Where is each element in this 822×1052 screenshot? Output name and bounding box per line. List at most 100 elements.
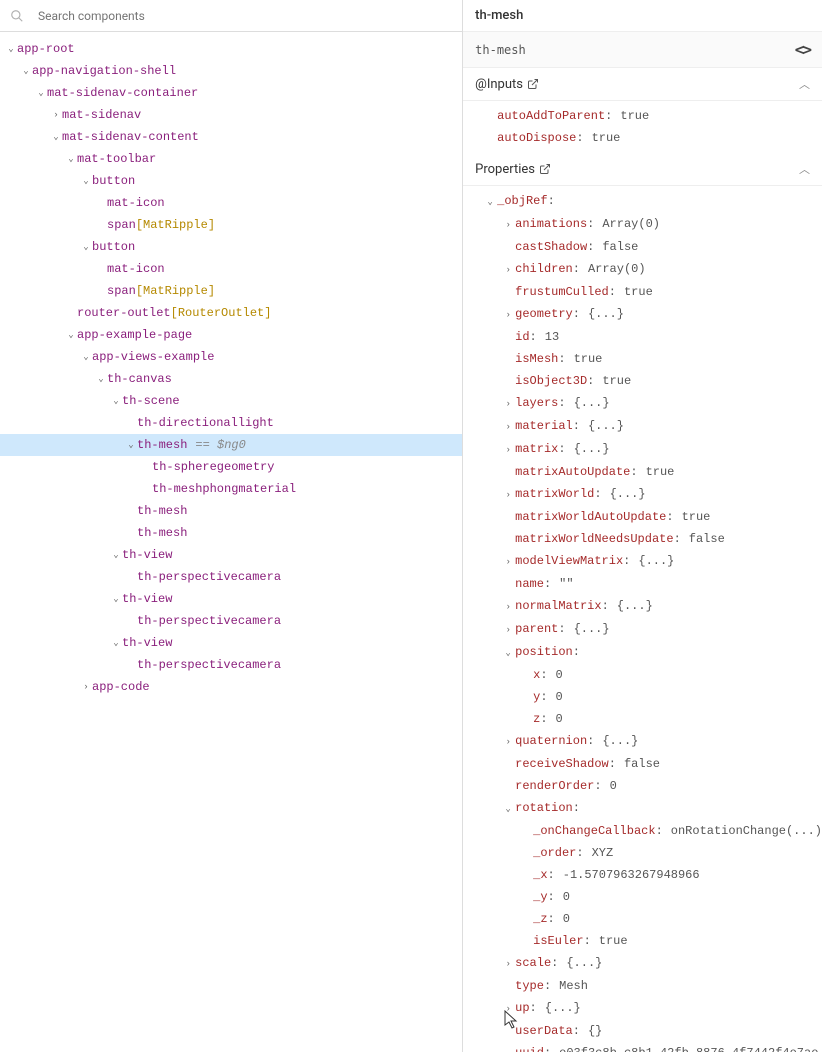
tree-node[interactable]: th-spheregeometry (0, 456, 462, 478)
caret-down-icon[interactable]: ⌄ (126, 436, 136, 454)
caret-down-icon[interactable]: ⌄ (66, 326, 76, 344)
property-row[interactable]: ⌄rotation: (463, 797, 822, 820)
property-row[interactable]: type:Mesh (463, 975, 822, 997)
tree-node[interactable]: ⌄mat-sidenav-content (0, 126, 462, 148)
property-row[interactable]: matrixWorldAutoUpdate:true (463, 506, 822, 528)
caret-right-icon[interactable]: › (503, 621, 513, 639)
tree-node[interactable]: ⌄app-root (0, 38, 462, 60)
property-row[interactable]: ›matrixWorld :{...} (463, 483, 822, 506)
tree-node[interactable]: th-mesh (0, 500, 462, 522)
property-row[interactable]: ›children :Array(0) (463, 258, 822, 281)
property-row[interactable]: autoAddToParent:true (463, 105, 822, 127)
tree-node[interactable]: ⌄app-example-page (0, 324, 462, 346)
caret-right-icon[interactable]: › (503, 733, 513, 751)
inputs-section-header[interactable]: @Inputs ︿ (463, 68, 822, 101)
property-row[interactable]: uuid:e03f3c8b-c8b1-42fb-8876-4f7442f4e7a… (463, 1042, 822, 1052)
caret-right-icon[interactable]: › (81, 678, 91, 696)
tree-node[interactable]: th-perspectivecamera (0, 566, 462, 588)
caret-down-icon[interactable]: ⌄ (51, 128, 61, 146)
tree-node[interactable]: ⌄mat-toolbar (0, 148, 462, 170)
component-tree[interactable]: ⌄app-root⌄app-navigation-shell⌄mat-siden… (0, 32, 462, 1052)
property-row[interactable]: castShadow:false (463, 236, 822, 258)
caret-down-icon[interactable]: ⌄ (6, 40, 16, 58)
property-row[interactable]: ›geometry :{...} (463, 303, 822, 326)
caret-right-icon[interactable]: › (503, 418, 513, 436)
property-row[interactable]: ›parent :{...} (463, 618, 822, 641)
property-row[interactable]: _x:-1.5707963267948966 (463, 864, 822, 886)
tree-node[interactable]: span[MatRipple] (0, 214, 462, 236)
property-row[interactable]: receiveShadow:false (463, 753, 822, 775)
property-row[interactable]: ⌄position: (463, 641, 822, 664)
caret-down-icon[interactable]: ⌄ (81, 238, 91, 256)
tree-node[interactable]: ⌄th-view (0, 544, 462, 566)
caret-right-icon[interactable]: › (503, 395, 513, 413)
tree-node[interactable]: ›mat-sidenav (0, 104, 462, 126)
caret-down-icon[interactable]: ⌄ (81, 172, 91, 190)
property-row[interactable]: z:0 (463, 708, 822, 730)
caret-down-icon[interactable]: ⌄ (111, 590, 121, 608)
property-row[interactable]: ›up :{...} (463, 997, 822, 1020)
tree-node[interactable]: ⌄th-mesh== $ng0 (0, 434, 462, 456)
property-row[interactable]: userData:{} (463, 1020, 822, 1042)
property-row[interactable]: ›animations :Array(0) (463, 213, 822, 236)
property-row[interactable]: _order:XYZ (463, 842, 822, 864)
property-row[interactable]: x:0 (463, 664, 822, 686)
property-row[interactable]: ›layers :{...} (463, 392, 822, 415)
view-source-icon[interactable]: <> (795, 40, 810, 59)
property-row[interactable]: _onChangeCallback:onRotationChange(...) (463, 820, 822, 842)
caret-down-icon[interactable]: ⌄ (21, 62, 31, 80)
property-row[interactable]: ⌄_objRef: (463, 190, 822, 213)
property-row[interactable]: autoDispose:true (463, 127, 822, 149)
caret-down-icon[interactable]: ⌄ (36, 84, 46, 102)
property-row[interactable]: renderOrder:0 (463, 775, 822, 797)
tree-node[interactable]: ›app-code (0, 676, 462, 698)
property-row[interactable]: y:0 (463, 686, 822, 708)
property-row[interactable]: isMesh:true (463, 348, 822, 370)
caret-right-icon[interactable]: › (503, 216, 513, 234)
property-row[interactable]: matrixAutoUpdate:true (463, 461, 822, 483)
tree-node[interactable]: ⌄th-view (0, 632, 462, 654)
property-row[interactable]: isObject3D:true (463, 370, 822, 392)
tree-node[interactable]: span[MatRipple] (0, 280, 462, 302)
tree-node[interactable]: th-perspectivecamera (0, 654, 462, 676)
tree-node[interactable]: router-outlet[RouterOutlet] (0, 302, 462, 324)
property-row[interactable]: matrixWorldNeedsUpdate:false (463, 528, 822, 550)
tree-node[interactable]: ⌄app-navigation-shell (0, 60, 462, 82)
caret-right-icon[interactable]: › (503, 955, 513, 973)
caret-right-icon[interactable]: › (51, 106, 61, 124)
property-row[interactable]: ›matrix :{...} (463, 438, 822, 461)
property-row[interactable]: ›normalMatrix :{...} (463, 595, 822, 618)
tree-node[interactable]: ⌄th-scene (0, 390, 462, 412)
caret-down-icon[interactable]: ⌄ (503, 800, 513, 818)
property-row[interactable]: ›scale :{...} (463, 952, 822, 975)
caret-down-icon[interactable]: ⌄ (111, 634, 121, 652)
tree-node[interactable]: th-meshphongmaterial (0, 478, 462, 500)
tree-node[interactable]: ⌄mat-sidenav-container (0, 82, 462, 104)
property-row[interactable]: isEuler:true (463, 930, 822, 952)
caret-right-icon[interactable]: › (503, 486, 513, 504)
caret-down-icon[interactable]: ⌄ (503, 644, 513, 662)
property-row[interactable]: ›quaternion :{...} (463, 730, 822, 753)
caret-down-icon[interactable]: ⌄ (111, 546, 121, 564)
tree-node[interactable]: mat-icon (0, 192, 462, 214)
property-row[interactable]: ›material :{...} (463, 415, 822, 438)
tree-node[interactable]: th-directionallight (0, 412, 462, 434)
tree-node[interactable]: th-mesh (0, 522, 462, 544)
tree-node[interactable]: ⌄th-view (0, 588, 462, 610)
property-row[interactable]: name:"" (463, 573, 822, 595)
caret-right-icon[interactable]: › (503, 261, 513, 279)
tree-node[interactable]: mat-icon (0, 258, 462, 280)
search-input[interactable] (30, 5, 452, 27)
caret-right-icon[interactable]: › (503, 1000, 513, 1018)
tree-node[interactable]: ⌄app-views-example (0, 346, 462, 368)
property-row[interactable]: _y:0 (463, 886, 822, 908)
caret-down-icon[interactable]: ⌄ (111, 392, 121, 410)
caret-down-icon[interactable]: ⌄ (96, 370, 106, 388)
caret-down-icon[interactable]: ⌄ (81, 348, 91, 366)
property-row[interactable]: _z:0 (463, 908, 822, 930)
caret-right-icon[interactable]: › (503, 598, 513, 616)
tree-node[interactable]: ⌄button (0, 236, 462, 258)
tree-node[interactable]: th-perspectivecamera (0, 610, 462, 632)
tree-node[interactable]: ⌄button (0, 170, 462, 192)
caret-right-icon[interactable]: › (503, 441, 513, 459)
